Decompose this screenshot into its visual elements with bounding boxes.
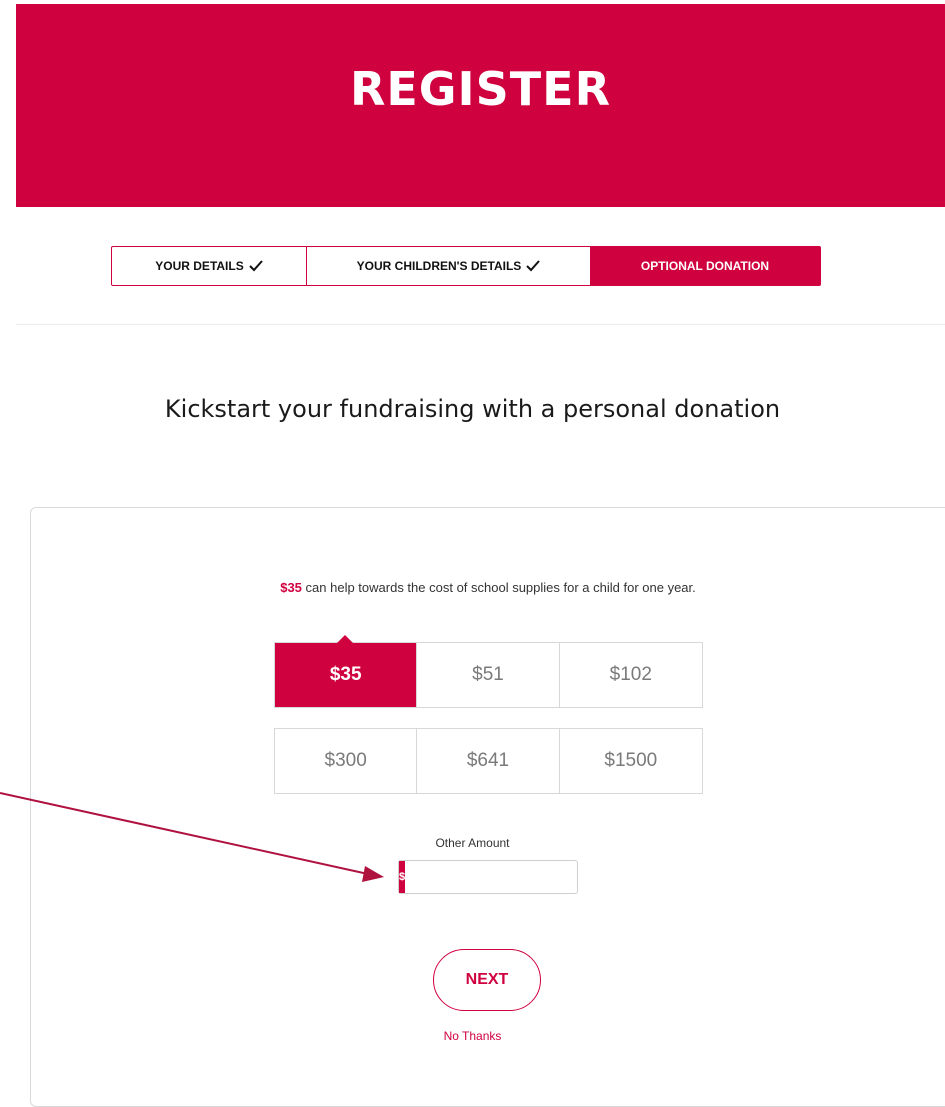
checkmark-icon [526,260,541,272]
step-label: OPTIONAL DONATION [640,259,770,273]
no-thanks-link[interactable]: No Thanks [0,1029,945,1043]
step-label: YOUR CHILDREN'S DETAILS [356,259,522,273]
progress-steps: YOUR DETAILS YOUR CHILDREN'S DETAILS OPT… [111,246,821,286]
other-amount-field: $ [398,860,594,894]
amount-option-35[interactable]: $35 [275,635,418,707]
checkmark-icon [249,260,263,272]
other-amount-label: Other Amount [435,836,510,850]
donation-blurb: $35 can help towards the cost of school … [268,577,708,598]
amount-option-1500[interactable]: $1500 [559,729,702,793]
step-your-details[interactable]: YOUR DETAILS [112,247,307,285]
other-amount-input[interactable] [405,861,594,893]
section-heading: Kickstart your fundraising with a person… [164,395,781,423]
step-optional-donation[interactable]: OPTIONAL DONATION [590,247,820,285]
amount-row: $300 $641 $1500 [274,728,703,794]
step-label: YOUR DETAILS [155,259,244,273]
amount-grid: $35 $51 $102 $300 $641 $1500 [274,635,703,794]
register-banner: REGISTER [16,4,945,207]
amount-option-641[interactable]: $641 [417,729,560,793]
amount-option-102[interactable]: $102 [559,643,702,707]
blurb-text: can help towards the cost of school supp… [301,580,696,595]
amount-option-300[interactable]: $300 [275,729,418,793]
blurb-amount: $35 [280,580,302,595]
amount-option-51[interactable]: $51 [417,643,560,707]
amount-row: $35 $51 $102 [274,635,703,708]
step-your-childrens-details[interactable]: YOUR CHILDREN'S DETAILS [307,247,590,285]
page-title: REGISTER [349,62,612,116]
next-button[interactable]: NEXT [433,949,541,1011]
divider [16,324,945,325]
